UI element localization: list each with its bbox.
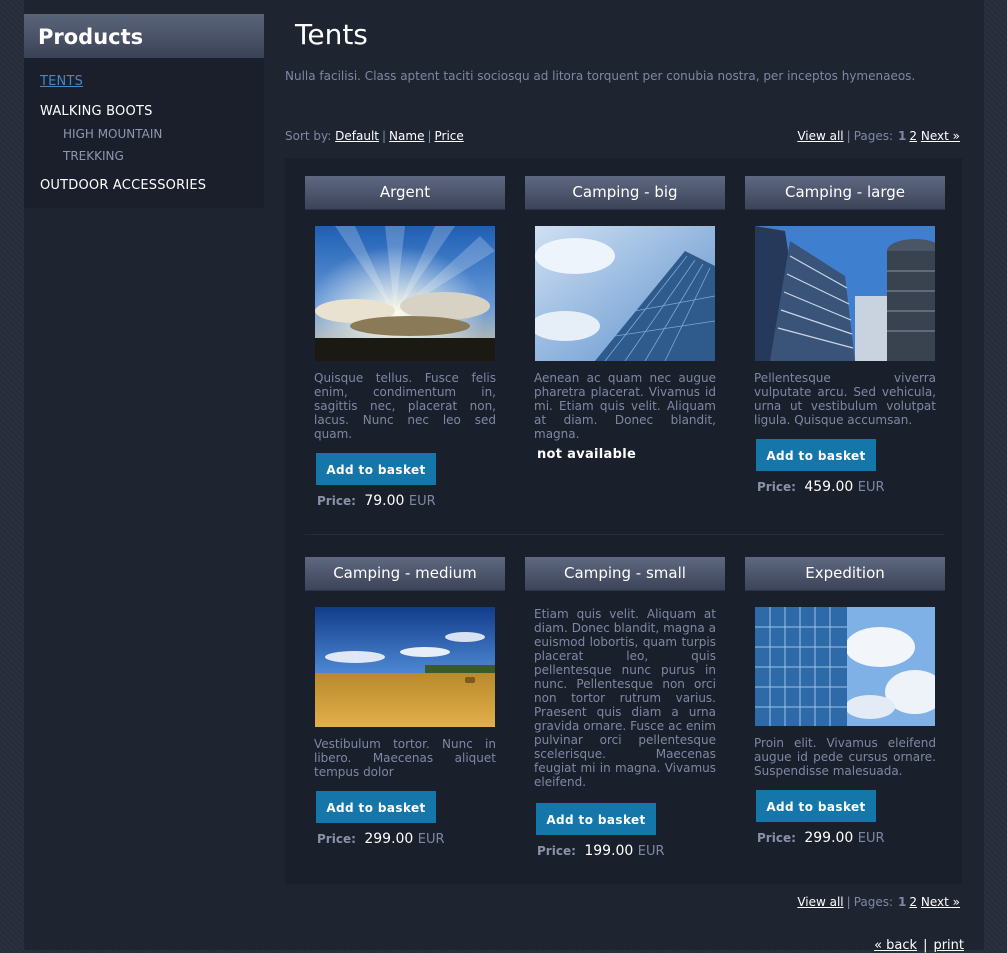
product-description: Proin elit. Vivamus eleifend augue id pe… bbox=[754, 736, 936, 778]
pages-label: Pages: bbox=[853, 895, 894, 909]
product-grid: Argent Quisque tellus. Fusce felis enim,… bbox=[285, 158, 962, 884]
product-card: Camping - small Etiam quis velit. Aliqua… bbox=[525, 557, 725, 859]
product-description: Aenean ac quam nec augue pharetra placer… bbox=[534, 371, 716, 441]
sidebar-title: Products bbox=[24, 14, 264, 58]
subcategory-link-high-mountain[interactable]: HIGH MOUNTAIN bbox=[63, 126, 264, 142]
add-to-basket-button[interactable]: Add to basket bbox=[756, 439, 876, 471]
price-currency: EUR bbox=[857, 480, 885, 495]
price-value: 79.00 bbox=[364, 493, 405, 509]
next-page-link[interactable]: Next » bbox=[921, 129, 960, 143]
page-2-link[interactable]: 2 bbox=[909, 895, 917, 909]
product-price: Price: 299.00 EUR bbox=[757, 830, 945, 846]
product-description: Etiam quis velit. Aliquam at diam. Donec… bbox=[534, 607, 716, 789]
product-title[interactable]: Camping - small bbox=[525, 557, 725, 591]
skyscrapers-image[interactable] bbox=[755, 226, 935, 361]
wheat-field-image[interactable] bbox=[315, 607, 495, 727]
price-value: 299.00 bbox=[804, 830, 854, 846]
price-value: 299.00 bbox=[364, 831, 414, 847]
page-container: Products TENTS WALKING BOOTS HIGH MOUNTA… bbox=[24, 0, 984, 953]
view-all-link[interactable]: View all bbox=[797, 895, 843, 909]
category-link-tents[interactable]: TENTS bbox=[40, 74, 264, 90]
subcategory-link-trekking[interactable]: TREKKING bbox=[63, 148, 264, 164]
page-title: Tents bbox=[295, 18, 368, 51]
pager-top: View all | Pages: 1 2 Next » bbox=[797, 129, 960, 143]
price-label: Price: bbox=[317, 494, 356, 508]
row-divider bbox=[305, 534, 945, 535]
add-to-basket-button[interactable]: Add to basket bbox=[756, 790, 876, 822]
product-price: Price: 79.00 EUR bbox=[317, 493, 505, 509]
price-currency: EUR bbox=[637, 844, 665, 859]
pages-label: Pages: bbox=[853, 129, 894, 143]
category-link-walking-boots[interactable]: WALKING BOOTS bbox=[40, 104, 264, 120]
price-label: Price: bbox=[537, 844, 576, 858]
sunburst-sky-image[interactable] bbox=[315, 226, 495, 361]
product-card: Argent Quisque tellus. Fusce felis enim,… bbox=[305, 176, 505, 509]
availability-status: not available bbox=[537, 447, 637, 462]
next-page-link[interactable]: Next » bbox=[921, 895, 960, 909]
category-link-outdoor-accessories[interactable]: OUTDOOR ACCESSORIES bbox=[40, 178, 264, 194]
product-card: Camping - big Aenean ac quam nec augue p… bbox=[525, 176, 725, 462]
price-currency: EUR bbox=[857, 831, 885, 846]
pager-bottom: View all | Pages: 1 2 Next » bbox=[797, 895, 960, 909]
sidebar: Products TENTS WALKING BOOTS HIGH MOUNTA… bbox=[24, 14, 264, 208]
product-description: Pellentesque viverra vulputate arcu. Sed… bbox=[754, 371, 936, 427]
category-tents: TENTS bbox=[40, 74, 264, 90]
price-label: Price: bbox=[757, 480, 796, 494]
category-walking-boots: WALKING BOOTS HIGH MOUNTAIN TREKKING bbox=[40, 104, 264, 164]
price-value: 199.00 bbox=[584, 843, 634, 859]
product-card: Expedition Proin elit. Vivamus eleifend … bbox=[745, 557, 945, 846]
price-label: Price: bbox=[317, 832, 356, 846]
sort-default-link[interactable]: Default bbox=[335, 129, 379, 143]
product-title[interactable]: Argent bbox=[305, 176, 505, 210]
product-description: Vestibulum tortor. Nunc in libero. Maece… bbox=[314, 737, 496, 779]
sort-name-link[interactable]: Name bbox=[389, 129, 424, 143]
add-to-basket-button[interactable]: Add to basket bbox=[316, 453, 436, 485]
glass-facade-image[interactable] bbox=[755, 607, 935, 726]
glass-tower-image[interactable] bbox=[535, 226, 715, 361]
product-title[interactable]: Expedition bbox=[745, 557, 945, 591]
product-card: Camping - medium Vestibulum tortor. Nunc… bbox=[305, 557, 505, 847]
toolbar-top: Sort by: Default | Name | Price View all | Pag… bbox=[285, 129, 960, 143]
current-page: 1 bbox=[898, 129, 907, 143]
footer-links: « back | print bbox=[874, 938, 964, 953]
back-link[interactable]: « back bbox=[874, 938, 917, 953]
add-to-basket-button[interactable]: Add to basket bbox=[316, 791, 436, 823]
category-outdoor-accessories: OUTDOOR ACCESSORIES bbox=[40, 178, 264, 194]
price-currency: EUR bbox=[417, 832, 445, 847]
page-2-link[interactable]: 2 bbox=[909, 129, 917, 143]
product-card: Camping - large Pellentesque viverra vul… bbox=[745, 176, 945, 495]
price-currency: EUR bbox=[408, 494, 436, 509]
product-title[interactable]: Camping - medium bbox=[305, 557, 505, 591]
product-description: Quisque tellus. Fusce felis enim, condim… bbox=[314, 371, 496, 441]
product-price: Price: 299.00 EUR bbox=[317, 831, 505, 847]
print-link[interactable]: print bbox=[933, 938, 964, 953]
product-price: Price: 199.00 EUR bbox=[537, 843, 725, 859]
product-title[interactable]: Camping - big bbox=[525, 176, 725, 210]
product-price: Price: 459.00 EUR bbox=[757, 479, 945, 495]
add-to-basket-button[interactable]: Add to basket bbox=[536, 803, 656, 835]
price-label: Price: bbox=[757, 831, 796, 845]
view-all-link[interactable]: View all bbox=[797, 129, 843, 143]
product-title[interactable]: Camping - large bbox=[745, 176, 945, 210]
sort-price-link[interactable]: Price bbox=[435, 129, 464, 143]
current-page: 1 bbox=[898, 895, 907, 909]
sort-label: Sort by: bbox=[285, 129, 332, 143]
price-value: 459.00 bbox=[804, 479, 854, 495]
category-list: TENTS WALKING BOOTS HIGH MOUNTAIN TREKKI… bbox=[24, 58, 264, 208]
category-intro: Nulla facilisi. Class aptent taciti soci… bbox=[285, 69, 916, 83]
